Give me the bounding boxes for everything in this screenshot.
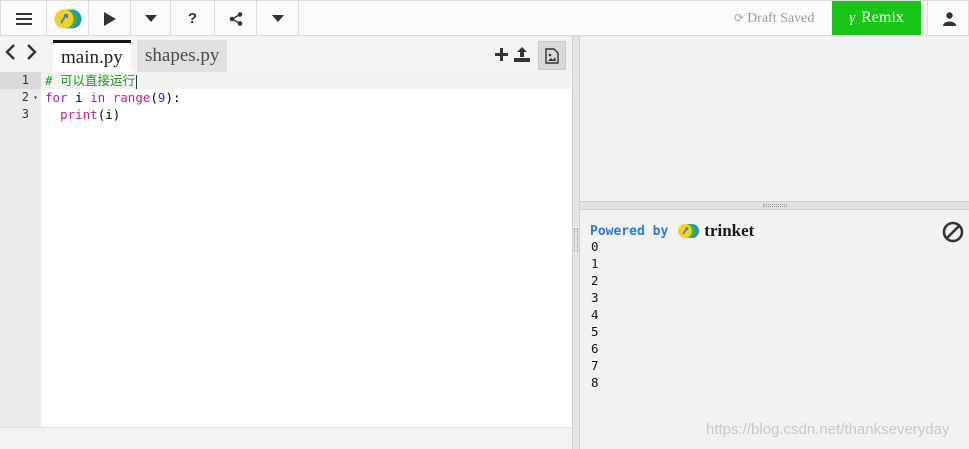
chevron-left-icon[interactable] xyxy=(4,44,16,60)
image-icon xyxy=(545,47,559,64)
top-toolbar: ? ⟳ Draft Saved γ Remix xyxy=(0,0,969,36)
line-number: 1 xyxy=(0,72,41,89)
output-line: 6 xyxy=(591,341,599,356)
graphics-preview xyxy=(580,36,969,201)
caret-down-icon xyxy=(144,15,157,22)
hamburger-menu-icon xyxy=(15,12,32,25)
draft-status-label: Draft Saved xyxy=(747,10,815,26)
file-tab-bar: main.py shapes.py xyxy=(0,36,572,72)
code-line: for i in range(9): xyxy=(41,89,571,106)
output-line: 7 xyxy=(591,358,599,373)
code-comment: # 可以直接运行 xyxy=(45,73,136,88)
drag-handle-icon xyxy=(763,204,787,207)
menu-button[interactable] xyxy=(1,1,47,36)
line-number-gutter: 1 2 ▾ 3 xyxy=(0,72,41,427)
code-text: for i in range(9): xyxy=(45,90,181,105)
share-options-button[interactable] xyxy=(257,1,299,36)
help-button[interactable]: ? xyxy=(171,1,215,36)
code-line: print(i) xyxy=(41,106,571,123)
draft-status: ⟳ Draft Saved xyxy=(734,1,814,36)
output-console: Powered by trinket 0 1 2 3 4 5 6 7 8 xyxy=(580,210,969,449)
caret-down-icon xyxy=(271,15,284,22)
remix-button[interactable]: γ Remix xyxy=(832,1,921,35)
tab-main-py[interactable]: main.py xyxy=(53,40,131,72)
clear-output-icon[interactable] xyxy=(942,221,964,243)
output-line: 5 xyxy=(591,324,599,339)
remix-icon: γ xyxy=(849,9,856,26)
output-line: 2 xyxy=(591,273,599,288)
trinket-logo-icon xyxy=(678,224,700,238)
share-icon xyxy=(229,11,242,26)
code-area[interactable]: # 可以直接运行 for i in range(9): print(i) xyxy=(41,72,571,427)
output-line: 3 xyxy=(591,290,599,305)
output-line: 0 xyxy=(591,239,599,254)
tab-label: main.py xyxy=(61,46,123,68)
watermark: https://blog.csdn.net/thankseveryday xyxy=(706,421,950,438)
output-line: 4 xyxy=(591,307,599,322)
drag-handle-icon xyxy=(574,228,578,252)
code-editor-pane: main.py shapes.py 1 2 ▾ 3 # 可以直接运行 for i … xyxy=(0,36,572,449)
powered-by: Powered by trinket xyxy=(590,221,754,241)
output-line: 8 xyxy=(591,375,599,390)
text-cursor xyxy=(136,74,138,89)
user-icon xyxy=(942,11,956,26)
run-button[interactable] xyxy=(89,1,131,36)
trinket-logo-icon xyxy=(54,9,81,28)
powered-by-label: Powered by xyxy=(590,223,669,239)
file-tools xyxy=(495,47,530,62)
image-library-button[interactable] xyxy=(538,41,566,70)
upload-icon[interactable] xyxy=(514,47,530,62)
line-number: 2 ▾ xyxy=(21,89,38,106)
horizontal-splitter[interactable] xyxy=(580,201,969,210)
remix-label: Remix xyxy=(861,9,904,26)
chevron-right-icon[interactable] xyxy=(26,44,38,60)
brand-name: trinket xyxy=(704,221,755,240)
code-line: # 可以直接运行 xyxy=(41,72,571,89)
run-options-button[interactable] xyxy=(131,1,171,36)
output-line: 1 xyxy=(591,256,599,271)
code-text: print(i) xyxy=(60,107,121,122)
tab-navigation xyxy=(4,44,38,60)
line-number: 3 xyxy=(21,107,29,121)
help-label: ? xyxy=(187,10,198,27)
refresh-icon: ⟳ xyxy=(734,11,745,25)
fold-arrow-icon[interactable]: ▾ xyxy=(33,89,38,106)
trinket-logo-button[interactable] xyxy=(47,1,89,36)
user-button[interactable] xyxy=(927,1,969,36)
tab-shapes-py[interactable]: shapes.py xyxy=(137,40,228,72)
add-file-icon[interactable] xyxy=(495,48,508,61)
share-button[interactable] xyxy=(215,1,257,36)
vertical-splitter[interactable] xyxy=(572,36,580,449)
play-icon xyxy=(104,11,116,26)
tab-label: shapes.py xyxy=(145,45,220,66)
editor-footer xyxy=(0,427,572,449)
